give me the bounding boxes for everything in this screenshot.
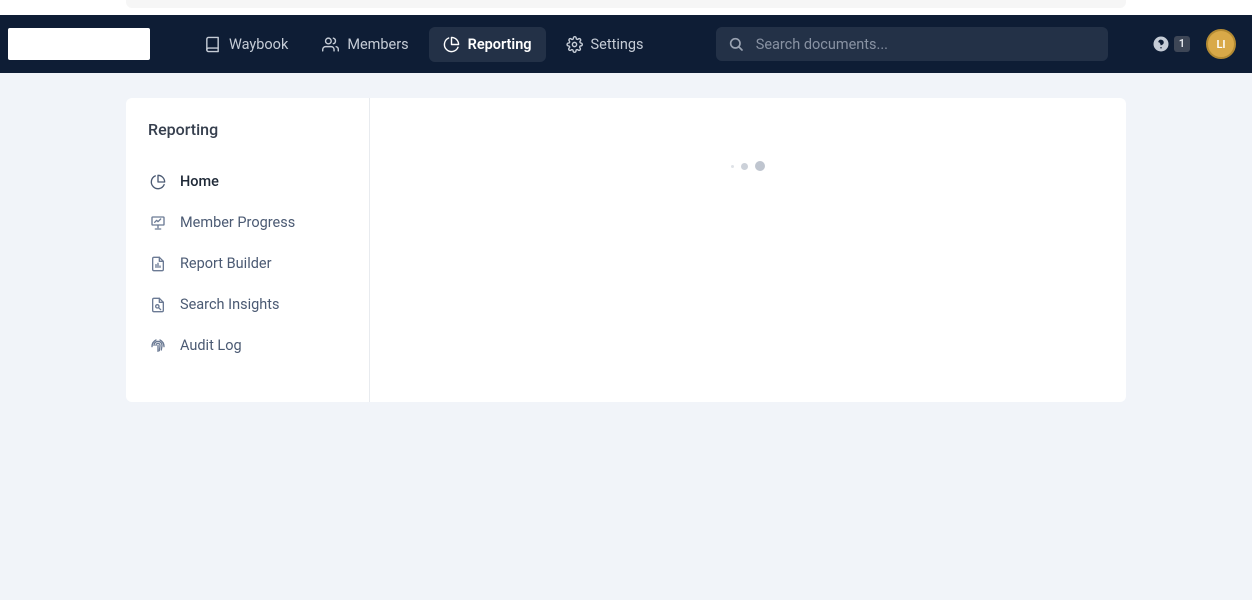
- help-badge: 1: [1174, 36, 1190, 52]
- nav-label: Members: [347, 36, 408, 53]
- nav-reporting[interactable]: Reporting: [429, 27, 546, 62]
- sidebar-item-label: Audit Log: [180, 337, 242, 354]
- search-icon: [728, 36, 744, 52]
- sidebar: Reporting Home Member Progress Report Bu…: [126, 98, 370, 402]
- fingerprint-icon: [150, 338, 166, 354]
- sidebar-item-member-progress[interactable]: Member Progress: [148, 202, 349, 243]
- gear-icon: [566, 36, 583, 53]
- help-icon: [1152, 35, 1170, 53]
- sidebar-item-label: Member Progress: [180, 214, 295, 231]
- avatar[interactable]: LI: [1206, 29, 1236, 59]
- sidebar-item-label: Report Builder: [180, 255, 272, 272]
- sidebar-item-home[interactable]: Home: [148, 161, 349, 202]
- nav-label: Waybook: [229, 36, 288, 53]
- nav-waybook[interactable]: Waybook: [190, 27, 302, 62]
- header-right: 1 LI: [1152, 29, 1236, 59]
- search-container[interactable]: [716, 27, 1108, 61]
- book-icon: [204, 36, 221, 53]
- presentation-icon: [150, 215, 166, 231]
- nav-members[interactable]: Members: [308, 27, 422, 62]
- logo[interactable]: [8, 28, 150, 60]
- main-panel: [370, 98, 1126, 402]
- nav-label: Settings: [591, 36, 644, 53]
- sidebar-title: Reporting: [148, 120, 349, 139]
- loader-dot: [731, 165, 734, 168]
- app-header: Waybook Members Reporting Settings 1 LI: [0, 15, 1252, 73]
- sidebar-item-audit-log[interactable]: Audit Log: [148, 325, 349, 366]
- pie-chart-icon: [443, 36, 460, 53]
- avatar-initials: LI: [1216, 38, 1225, 51]
- content-card: Reporting Home Member Progress Report Bu…: [126, 98, 1126, 402]
- pie-chart-icon: [150, 174, 166, 190]
- file-chart-icon: [150, 256, 166, 272]
- file-search-icon: [150, 297, 166, 313]
- users-icon: [322, 36, 339, 53]
- top-spacer: [0, 0, 1252, 15]
- sidebar-item-label: Home: [180, 173, 219, 190]
- loading-indicator: [731, 160, 765, 172]
- main-nav: Waybook Members Reporting Settings: [190, 27, 658, 62]
- loader-dot: [741, 163, 748, 170]
- sidebar-item-label: Search Insights: [180, 296, 279, 313]
- help-button[interactable]: 1: [1152, 35, 1190, 53]
- search-input[interactable]: [756, 36, 1096, 53]
- nav-settings[interactable]: Settings: [552, 27, 658, 62]
- sidebar-item-report-builder[interactable]: Report Builder: [148, 243, 349, 284]
- nav-label: Reporting: [468, 36, 532, 53]
- sidebar-item-search-insights[interactable]: Search Insights: [148, 284, 349, 325]
- loader-dot: [755, 161, 765, 171]
